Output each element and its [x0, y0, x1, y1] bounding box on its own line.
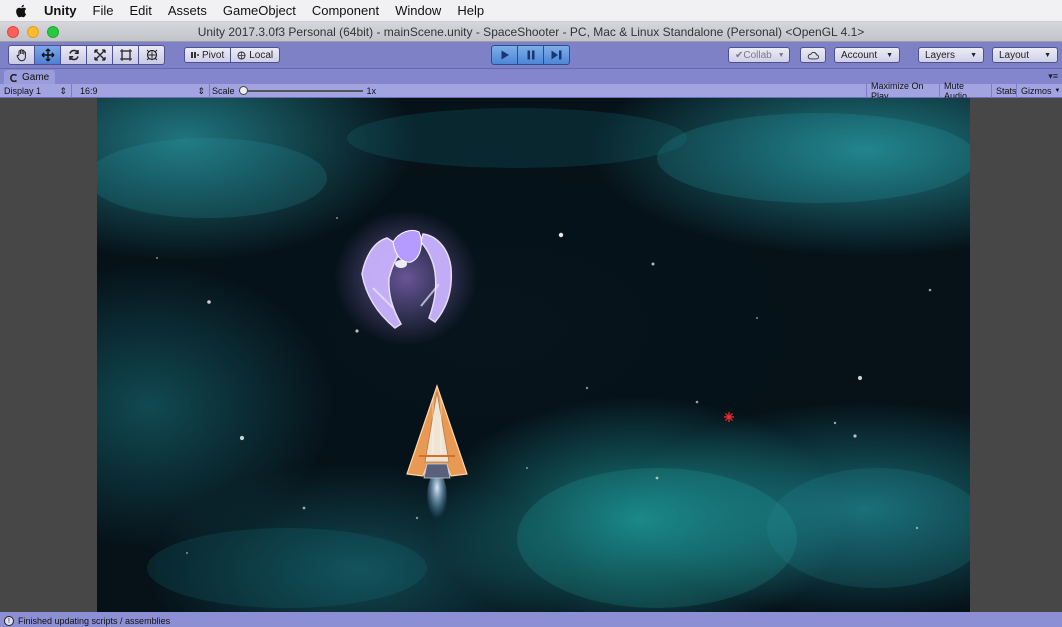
scale-slider-handle[interactable]: [238, 86, 248, 95]
aspect-value: 16:9: [80, 86, 98, 96]
layers-dropdown[interactable]: Layers ▼: [918, 47, 984, 63]
enemy-ship: [334, 210, 478, 346]
menu-edit[interactable]: Edit: [121, 3, 159, 18]
status-message[interactable]: Finished updating scripts / assemblies: [18, 616, 170, 626]
scale-value: 1x: [366, 86, 377, 96]
updown-icon: ⇕: [197, 85, 205, 96]
mac-menubar: Unity File Edit Assets GameObject Compon…: [0, 0, 1062, 22]
menu-gameobject[interactable]: GameObject: [215, 3, 304, 18]
tab-options-icon[interactable]: ▾≡: [1048, 71, 1058, 82]
info-icon: !: [4, 616, 14, 626]
local-icon: [237, 51, 246, 59]
hand-tool-button[interactable]: [8, 45, 35, 65]
game-view-area: [0, 98, 1062, 612]
nebula-clouds: [97, 108, 970, 608]
menu-unity[interactable]: Unity: [42, 3, 85, 18]
apple-icon[interactable]: [0, 4, 42, 18]
account-label: Account: [841, 49, 878, 61]
layout-label: Layout: [999, 49, 1030, 61]
transform-tools: [8, 45, 165, 65]
account-dropdown[interactable]: Account ▼: [834, 47, 900, 63]
play-button[interactable]: [491, 45, 518, 65]
menu-assets[interactable]: Assets: [160, 3, 215, 18]
scale-icon: [93, 49, 106, 61]
main-toolbar: Pivot Local ✔ Collab ▼ Account ▼ Layers …: [0, 42, 1062, 68]
transform-icon: [146, 49, 157, 61]
menu-component[interactable]: Component: [304, 3, 387, 18]
stats-label: Stats: [996, 86, 1017, 96]
pause-icon: [527, 50, 534, 60]
play-controls: [491, 45, 570, 65]
scale-slider[interactable]: [238, 86, 363, 95]
aspect-select[interactable]: 16:9 ⇕: [76, 84, 210, 98]
display-value: Display 1: [4, 86, 42, 96]
chevron-down-icon: ▼: [970, 51, 977, 59]
game-viewport[interactable]: [97, 98, 970, 612]
menu-window[interactable]: Window: [387, 3, 449, 18]
collab-label: Collab: [743, 49, 772, 61]
chevron-down-icon: ▼: [777, 51, 785, 59]
local-label: Local: [249, 49, 274, 61]
maximize-on-play-toggle[interactable]: Maximize On Play: [866, 81, 939, 101]
scale-label: Scale: [212, 86, 235, 96]
pivot-toggle-button[interactable]: Pivot: [184, 47, 232, 63]
updown-icon: ⇕: [59, 85, 67, 96]
game-view-icon: [10, 73, 18, 82]
pivot-local-group: Pivot Local: [184, 47, 281, 63]
status-bar: ! Finished updating scripts / assemblies: [0, 612, 1062, 627]
rotate-icon: [68, 49, 79, 61]
window-title: Unity 2017.3.0f3 Personal (64bit) - main…: [197, 25, 865, 39]
laser-spark: [724, 412, 734, 422]
step-button[interactable]: [543, 45, 570, 65]
menu-help[interactable]: Help: [449, 3, 492, 18]
hand-icon: [16, 49, 26, 62]
local-toggle-button[interactable]: Local: [231, 47, 281, 63]
pivot-icon: [191, 52, 199, 58]
stats-toggle[interactable]: Stats: [991, 84, 1017, 98]
game-tab-label: Game: [22, 72, 50, 83]
pause-button[interactable]: [517, 45, 544, 65]
chevron-down-icon: ▼: [886, 51, 893, 59]
step-icon: [551, 50, 562, 60]
game-view-controls: Display 1 ⇕ 16:9 ⇕ Scale 1x Maximize On …: [0, 81, 1062, 101]
collab-check-icon: ✔: [735, 49, 744, 61]
game-tab[interactable]: Game: [4, 70, 56, 85]
player-ship: [406, 384, 468, 524]
chevron-down-icon: ▼: [1044, 51, 1051, 59]
rect-tool-button[interactable]: [112, 45, 139, 65]
play-icon: [501, 50, 509, 60]
move-tool-button[interactable]: [34, 45, 61, 65]
window-titlebar: Unity 2017.3.0f3 Personal (64bit) - main…: [0, 22, 1062, 42]
menu-file[interactable]: File: [85, 3, 122, 18]
mute-audio-toggle[interactable]: Mute Audio: [939, 81, 991, 101]
cloud-icon: [807, 51, 819, 59]
collab-button[interactable]: ✔ Collab ▼: [728, 47, 790, 63]
rect-tool-icon: [119, 49, 132, 61]
move-icon: [41, 48, 54, 62]
cloud-services-button[interactable]: [800, 47, 826, 63]
transform-tool-button[interactable]: [138, 45, 165, 65]
gizmos-label: Gizmos: [1021, 86, 1052, 96]
scale-control: Scale 1x: [212, 84, 376, 98]
layers-label: Layers: [925, 49, 956, 61]
display-select[interactable]: Display 1 ⇕: [0, 84, 72, 98]
pivot-label: Pivot: [202, 49, 225, 61]
chevron-down-icon: ▼: [1054, 88, 1061, 94]
scale-tool-button[interactable]: [86, 45, 113, 65]
gizmos-dropdown[interactable]: Gizmos ▼: [1016, 84, 1062, 98]
game-scene: [97, 108, 970, 608]
rotate-tool-button[interactable]: [60, 45, 87, 65]
layout-dropdown[interactable]: Layout ▼: [992, 47, 1058, 63]
